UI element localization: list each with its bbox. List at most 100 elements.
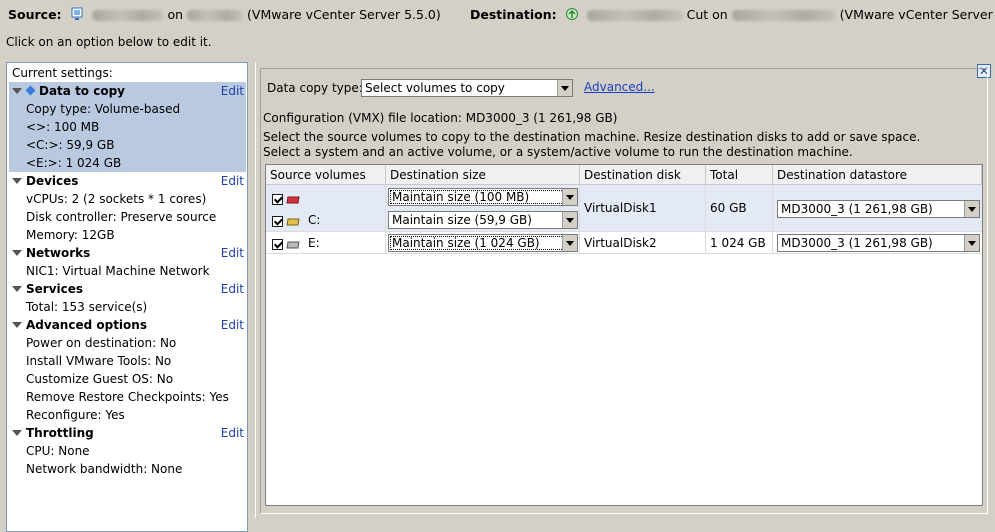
source-product: (VMware vCenter Server 5.5.0) <box>247 7 441 22</box>
copy-type-value: Select volumes to copy <box>365 81 505 95</box>
edit-link[interactable]: Edit <box>221 172 244 190</box>
column-header-destination-datastore[interactable]: Destination datastore <box>773 165 982 185</box>
setting-item: Memory: 12GB <box>26 228 115 242</box>
collapse-arrow-icon[interactable] <box>12 286 22 292</box>
section-name: Data to copy <box>39 84 125 98</box>
section-header[interactable]: Services Edit <box>9 280 246 298</box>
data-copy-panel: ✕ Data copy type: Select volumes to copy… <box>255 62 995 518</box>
destination-size-dropdown[interactable]: Maintain size (100 MB) <box>388 188 578 206</box>
chevron-down-icon[interactable] <box>562 212 577 228</box>
volume-red-icon <box>286 196 300 204</box>
section-header[interactable]: Advanced options Edit <box>9 316 246 334</box>
vm-convert-icon <box>565 8 578 20</box>
vm-icon <box>71 7 83 20</box>
destination-datastore-value: MD3000_3 (1 261,98 GB) <box>781 236 933 250</box>
destination-datastore-dropdown[interactable]: MD3000_3 (1 261,98 GB) <box>777 200 980 218</box>
volume-gray-icon <box>286 241 300 249</box>
setting-item: Disk controller: Preserve source <box>26 210 217 224</box>
destination-size-value: Maintain size (100 MB) <box>392 190 530 204</box>
edit-link[interactable]: Edit <box>221 316 244 334</box>
destination-suffix: Cut on <box>686 7 728 22</box>
disk-total: 60 GB <box>710 201 747 215</box>
config-location: Configuration (VMX) file location: MD300… <box>263 111 618 125</box>
edit-link[interactable]: Edit <box>221 424 244 442</box>
setting-item: Install VMware Tools: No <box>26 354 172 368</box>
section-name: Networks <box>26 246 91 260</box>
source-header: Source: on (VMware vCenter Server 5.5.0) <box>8 6 441 24</box>
source-on-text: on <box>167 7 184 22</box>
edit-link[interactable]: Edit <box>221 244 244 262</box>
settings-title: Current settings: <box>12 66 113 80</box>
setting-item: Remove Restore Checkpoints: Yes <box>26 390 229 404</box>
column-header-destination-size[interactable]: Destination size <box>386 165 580 185</box>
setting-item: Reconfigure: Yes <box>26 408 125 422</box>
section-data-to-copy[interactable]: Data to copy Edit Copy type: Volume-base… <box>9 82 246 172</box>
instruction-text-1: Select the source volumes to copy to the… <box>263 130 921 144</box>
section-throttling[interactable]: Throttling Edit CPU: None Network bandwi… <box>9 424 246 478</box>
chevron-down-icon[interactable] <box>557 80 572 96</box>
setting-item: NIC1: Virtual Machine Network <box>26 264 210 278</box>
destination-label: Destination: <box>470 7 557 22</box>
chevron-down-icon[interactable] <box>562 235 577 251</box>
volume-checkbox[interactable] <box>272 239 283 250</box>
disk-total: 1 024 GB <box>710 236 766 250</box>
section-name: Devices <box>26 174 79 188</box>
section-devices[interactable]: Devices Edit vCPUs: 2 (2 sockets * 1 cor… <box>9 172 246 244</box>
section-header[interactable]: Throttling Edit <box>9 424 246 442</box>
volume-yellow-icon <box>286 218 300 226</box>
settings-panel: Current settings: Data to copy Edit Copy… <box>6 62 248 532</box>
collapse-arrow-icon[interactable] <box>12 88 22 94</box>
edit-link[interactable]: Edit <box>221 82 244 100</box>
copy-type-dropdown[interactable]: Select volumes to copy <box>361 79 573 97</box>
destination-disk: VirtualDisk2 <box>584 236 657 250</box>
chevron-down-icon[interactable] <box>964 235 979 251</box>
edit-hint: Click on an option below to edit it. <box>6 35 212 49</box>
edit-link[interactable]: Edit <box>221 280 244 298</box>
collapse-arrow-icon[interactable] <box>12 178 22 184</box>
setting-item: CPU: None <box>26 444 90 458</box>
section-services[interactable]: Services Edit Total: 153 service(s) <box>9 280 246 316</box>
column-header-total[interactable]: Total <box>706 165 773 185</box>
setting-item: <E:>: 1 024 GB <box>26 156 122 170</box>
setting-item: Customize Guest OS: No <box>26 372 174 386</box>
setting-item: Network bandwidth: None <box>26 462 183 476</box>
destination-header: Destination: Cut on (VMware vCenter Serv… <box>470 6 995 24</box>
copy-type-label: Data copy type: <box>267 81 363 95</box>
section-name: Services <box>26 282 84 296</box>
destination-size-value: Maintain size (59,9 GB) <box>392 213 532 227</box>
destination-product: (VMware vCenter Server 5.5.0) <box>839 7 995 22</box>
source-label: Source: <box>8 7 62 22</box>
section-networks[interactable]: Networks Edit NIC1: Virtual Machine Netw… <box>9 244 246 280</box>
collapse-arrow-icon[interactable] <box>12 250 22 256</box>
destination-datastore-value: MD3000_3 (1 261,98 GB) <box>781 202 933 216</box>
destination-size-dropdown[interactable]: Maintain size (1 024 GB) <box>388 234 578 252</box>
destination-datastore-dropdown[interactable]: MD3000_3 (1 261,98 GB) <box>777 234 980 252</box>
section-advanced-options[interactable]: Advanced options Edit Power on destinati… <box>9 316 246 424</box>
collapse-arrow-icon[interactable] <box>12 322 22 328</box>
setting-item: Copy type: Volume-based <box>26 102 181 116</box>
column-header-destination-disk[interactable]: Destination disk <box>580 165 706 185</box>
section-name: Advanced options <box>26 318 147 332</box>
column-header-source-volumes[interactable]: Source volumes <box>266 165 386 185</box>
chevron-down-icon[interactable] <box>562 189 577 205</box>
setting-item: Total: 153 service(s) <box>26 300 148 314</box>
section-name: Throttling <box>26 426 94 440</box>
instruction-text-2: Select a system and an active volume, or… <box>263 145 853 159</box>
volume-checkbox[interactable] <box>272 194 283 205</box>
section-header[interactable]: Data to copy Edit <box>9 82 246 100</box>
section-header[interactable]: Networks Edit <box>9 244 246 262</box>
volume-name: C: <box>308 213 321 227</box>
options-box: Data copy type: Select volumes to copy A… <box>260 68 988 514</box>
setting-item: Power on destination: No <box>26 336 177 350</box>
collapse-arrow-icon[interactable] <box>12 430 22 436</box>
setting-item: <C:>: 59,9 GB <box>26 138 115 152</box>
advanced-link[interactable]: Advanced... <box>584 80 655 94</box>
volume-checkbox[interactable] <box>272 216 283 227</box>
destination-size-dropdown[interactable]: Maintain size (59,9 GB) <box>388 211 578 229</box>
redacted-destination-name <box>586 10 683 21</box>
section-header[interactable]: Devices Edit <box>9 172 246 190</box>
current-marker-icon <box>25 85 36 96</box>
chevron-down-icon[interactable] <box>964 201 979 217</box>
destination-size-value: Maintain size (1 024 GB) <box>392 236 540 250</box>
setting-item: <>: 100 MB <box>26 120 100 134</box>
